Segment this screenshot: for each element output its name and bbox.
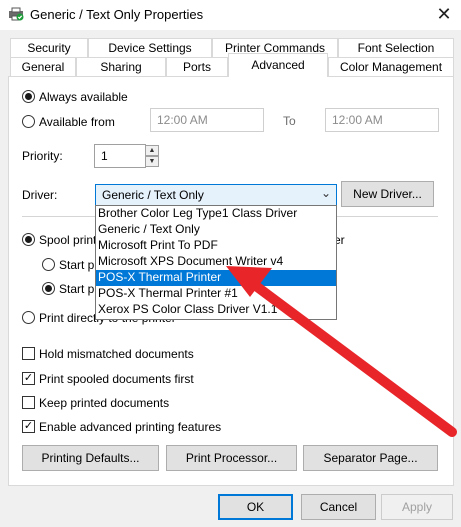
to-label: To [283, 114, 296, 128]
start-after-label: Start p [59, 258, 95, 272]
driver-dropdown-list[interactable]: Brother Color Leg Type1 Class Driver Gen… [95, 205, 337, 320]
tab-color-management[interactable]: Color Management [328, 57, 454, 77]
tab-advanced[interactable]: Advanced [228, 53, 328, 77]
spooled-first-label: Print spooled documents first [39, 372, 194, 386]
driver-dropdown[interactable]: Generic / Text Only ⌄ [95, 184, 337, 206]
close-icon[interactable]: ✕ [432, 2, 456, 26]
tab-sharing[interactable]: Sharing [76, 57, 166, 77]
priority-label: Priority: [22, 149, 63, 163]
from-time-field[interactable]: 12:00 AM [150, 108, 264, 132]
spool-radio[interactable] [22, 233, 35, 246]
available-from-radio[interactable] [22, 115, 35, 128]
keep-printed-checkbox[interactable] [22, 396, 35, 409]
driver-label: Driver: [22, 188, 58, 202]
priority-input[interactable]: 1 [94, 144, 146, 168]
printing-defaults-button[interactable]: Printing Defaults... [22, 445, 159, 471]
window-title: Generic / Text Only Properties [30, 7, 204, 22]
start-immediately-radio[interactable] [42, 282, 55, 295]
start-immediately-label: Start p [59, 282, 95, 296]
hold-mismatched-label: Hold mismatched documents [39, 347, 194, 361]
priority-up-icon[interactable]: ▲ [145, 145, 159, 156]
apply-button[interactable]: Apply [381, 494, 453, 520]
ok-button[interactable]: OK [218, 494, 293, 520]
print-directly-radio[interactable] [22, 311, 35, 324]
tab-font-selection[interactable]: Font Selection [338, 38, 454, 58]
driver-option-highlighted[interactable]: POS-X Thermal Printer [96, 270, 336, 286]
spool-label: Spool print [39, 233, 97, 247]
hold-mismatched-checkbox[interactable] [22, 347, 35, 360]
printer-icon [9, 7, 24, 21]
driver-option[interactable]: Xerox PS Color Class Driver V1.1 [96, 302, 336, 318]
to-time-field[interactable]: 12:00 AM [325, 108, 439, 132]
driver-option[interactable]: Brother Color Leg Type1 Class Driver [96, 206, 336, 222]
tab-device-settings[interactable]: Device Settings [88, 38, 212, 58]
advanced-features-label: Enable advanced printing features [39, 420, 222, 434]
tab-general[interactable]: General [10, 57, 76, 77]
spooled-first-checkbox[interactable]: ✓ [22, 372, 35, 385]
keep-printed-label: Keep printed documents [39, 396, 170, 410]
cancel-button[interactable]: Cancel [301, 494, 376, 520]
driver-option[interactable]: Generic / Text Only [96, 222, 336, 238]
priority-down-icon[interactable]: ▼ [145, 156, 159, 167]
always-available-label: Always available [39, 90, 128, 104]
print-processor-button[interactable]: Print Processor... [166, 445, 297, 471]
tab-security[interactable]: Security [10, 38, 88, 58]
available-from-label: Available from [39, 115, 115, 129]
driver-selected-value: Generic / Text Only [102, 188, 204, 202]
driver-option[interactable]: Microsoft Print To PDF [96, 238, 336, 254]
tab-ports[interactable]: Ports [166, 57, 228, 77]
separator-page-button[interactable]: Separator Page... [303, 445, 438, 471]
advanced-features-checkbox[interactable]: ✓ [22, 420, 35, 433]
driver-option[interactable]: POS-X Thermal Printer #1 [96, 286, 336, 302]
start-after-last-page-radio[interactable] [42, 258, 55, 271]
new-driver-button[interactable]: New Driver... [341, 181, 434, 207]
driver-option[interactable]: Microsoft XPS Document Writer v4 [96, 254, 336, 270]
always-available-radio[interactable] [22, 90, 35, 103]
chevron-down-icon: ⌄ [320, 186, 331, 200]
